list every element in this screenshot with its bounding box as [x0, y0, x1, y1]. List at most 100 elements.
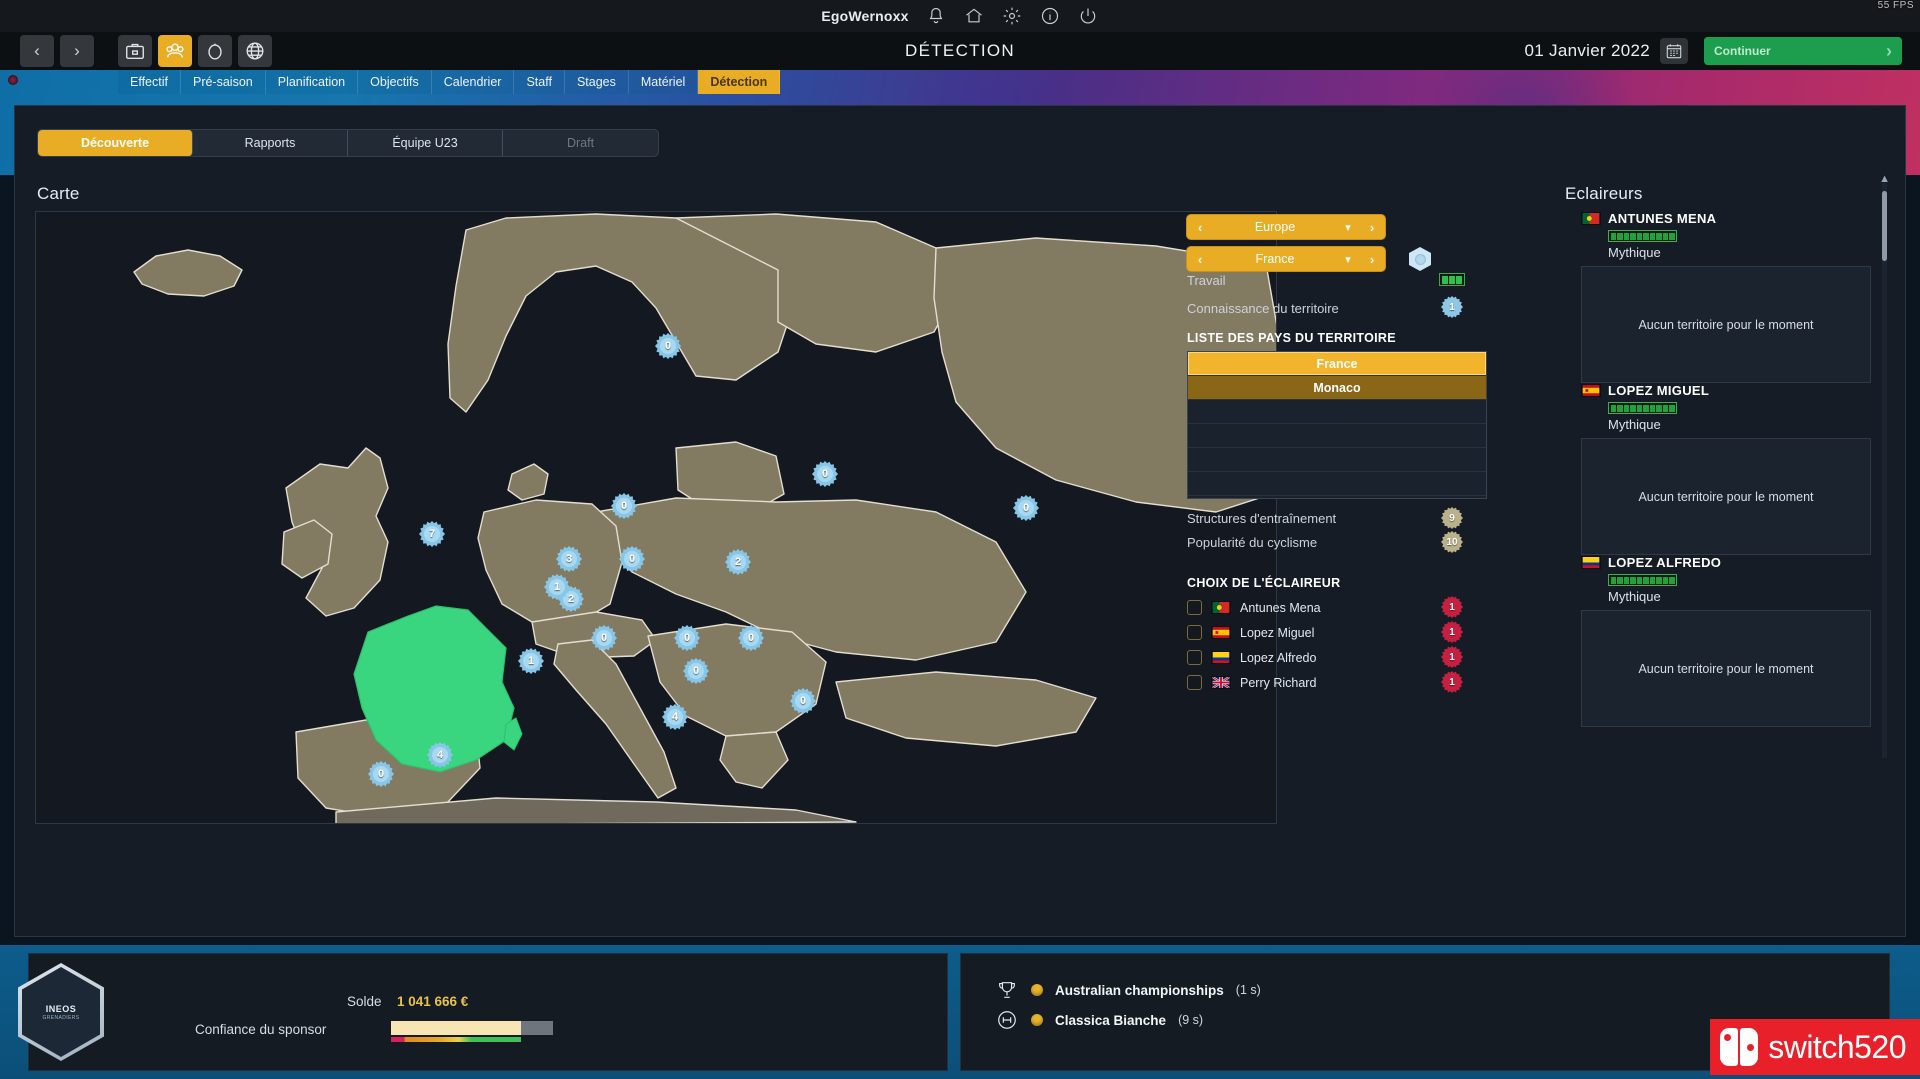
trophy-icon [995, 978, 1019, 1002]
tab-decouverte[interactable]: Découverte [38, 130, 193, 156]
map-marker[interactable]: 2 [725, 549, 751, 575]
sponsor-confidence-bar-fill [391, 1021, 521, 1035]
scout-checkbox-lopez-miguel[interactable] [1187, 625, 1202, 640]
switch-logo-icon [1720, 1028, 1760, 1066]
map-marker[interactable]: 1 [544, 574, 570, 600]
training-structures-label: Structures d'entraînement [1187, 511, 1336, 526]
scout-checkbox-perry-richard[interactable] [1187, 675, 1202, 690]
list-item[interactable] [1188, 448, 1486, 472]
scout-choice-row[interactable]: Antunes Mena [1187, 600, 1321, 615]
info-icon[interactable] [1039, 5, 1061, 27]
race-status-dot-icon [1031, 1014, 1043, 1026]
list-item[interactable] [1188, 472, 1486, 496]
scout-card-antunes-mena[interactable]: ANTUNES MENA Mythique Aucun territoire p… [1581, 211, 1871, 383]
map-marker[interactable]: 7 [419, 521, 445, 547]
country-label: France [1213, 252, 1337, 266]
race-status-dot-icon [1031, 984, 1043, 996]
sidebar-item-effectif[interactable]: Effectif [118, 70, 181, 94]
map-marker[interactable]: 0 [790, 688, 816, 714]
scout-choice-label: Perry Richard [1240, 676, 1316, 690]
map-marker[interactable]: 1 [518, 648, 544, 674]
list-item[interactable]: Monaco [1188, 376, 1486, 400]
map-marker[interactable]: 4 [427, 742, 453, 768]
scout-header: ANTUNES MENA [1581, 211, 1871, 226]
sidebar-item-objectifs[interactable]: Objectifs [358, 70, 432, 94]
map-marker[interactable]: 0 [1013, 495, 1039, 521]
scout-choice-row[interactable]: Perry Richard [1187, 675, 1316, 690]
country-list[interactable]: France Monaco [1187, 351, 1487, 499]
scout-checkbox-antunes-mena[interactable] [1187, 600, 1202, 615]
bell-icon[interactable] [925, 5, 947, 27]
list-item[interactable] [1188, 400, 1486, 424]
tab-rapports[interactable]: Rapports [193, 130, 348, 156]
sidebar-item-detection[interactable]: Détection [698, 70, 780, 94]
map-marker[interactable]: 4 [662, 704, 688, 730]
content-panel: Découverte Rapports Équipe U23 Draft Car… [14, 105, 1906, 937]
continent-next-icon[interactable]: › [1359, 220, 1385, 235]
map-marker[interactable]: 0 [611, 493, 637, 519]
list-item[interactable] [1188, 424, 1486, 448]
fps-counter: 55 FPS [1878, 1, 1914, 11]
sidebar-item-stages[interactable]: Stages [565, 70, 629, 94]
europe-map[interactable]: 0 0 0 0 2 7 3 0 2 1 0 0 0 0 1 0 4 4 0 [35, 211, 1277, 824]
flag-portugal-icon [1581, 212, 1601, 225]
tab-equipe-u23[interactable]: Équipe U23 [348, 130, 503, 156]
race-name: Australian championships [1055, 983, 1224, 998]
flag-spain-icon [1581, 384, 1601, 397]
scout-card-lopez-miguel[interactable]: LOPEZ MIGUEL Mythique Aucun territoire p… [1581, 383, 1871, 555]
list-item[interactable]: France [1188, 352, 1486, 376]
gear-icon[interactable] [1001, 5, 1023, 27]
scout-checkbox-lopez-alfredo[interactable] [1187, 650, 1202, 665]
country-prev-icon[interactable]: ‹ [1187, 252, 1213, 267]
scout-choice-label: Lopez Miguel [1240, 626, 1314, 640]
country-selector[interactable]: ‹ France ▾ › [1187, 247, 1385, 271]
map-marker[interactable]: 0 [738, 625, 764, 651]
scout-choice-row[interactable]: Lopez Miguel [1187, 625, 1314, 640]
map-marker[interactable]: 0 [812, 461, 838, 487]
scrollbar-thumb[interactable] [1882, 191, 1887, 261]
scout-choice-row[interactable]: Lopez Alfredo [1187, 650, 1316, 665]
map-marker[interactable]: 0 [674, 625, 700, 651]
scouts-panel[interactable]: ANTUNES MENA Mythique Aucun territoire p… [1581, 161, 1893, 906]
map-controls-panel: ‹ Europe ▾ › ‹ France ▾ › Travail Connai… [1187, 211, 1547, 824]
power-icon[interactable] [1077, 5, 1099, 27]
chevron-down-icon[interactable]: ▾ [1337, 253, 1359, 266]
race-row[interactable]: Classica Bianche (9 s) [995, 1008, 1203, 1032]
map-marker[interactable]: 0 [655, 333, 681, 359]
map-marker[interactable]: 0 [683, 658, 709, 684]
country-next-icon[interactable]: › [1359, 252, 1385, 267]
scrollbar-track[interactable] [1882, 183, 1887, 758]
continent-label: Europe [1213, 220, 1337, 234]
scout-header: LOPEZ MIGUEL [1581, 383, 1871, 398]
continent-prev-icon[interactable]: ‹ [1187, 220, 1213, 235]
sidebar-item-preseason[interactable]: Pré-saison [181, 70, 266, 94]
chevron-down-icon[interactable]: ▾ [1337, 221, 1359, 234]
sidebar-item-planification[interactable]: Planification [266, 70, 358, 94]
flag-colombia-icon [1581, 556, 1601, 569]
app-root: EgoWernoxx 55 FPS ‹ › [0, 0, 1920, 1079]
mode-tabs: Découverte Rapports Équipe U23 Draft [37, 129, 659, 157]
continue-label: Continuer [1714, 44, 1771, 58]
territory-knowledge-badge: 1 [1441, 296, 1463, 318]
training-structures-badge: 9 [1441, 507, 1463, 529]
race-row[interactable]: Australian championships (1 s) [995, 978, 1261, 1002]
map-marker[interactable]: 0 [591, 625, 617, 651]
scout-territory-box: Aucun territoire pour le moment [1581, 610, 1871, 727]
country-list-title: LISTE DES PAYS DU TERRITOIRE [1187, 331, 1396, 345]
map-marker[interactable]: 0 [368, 761, 394, 787]
home-icon[interactable] [963, 5, 985, 27]
scout-card-lopez-alfredo[interactable]: LOPEZ ALFREDO Mythique Aucun territoire … [1581, 555, 1871, 727]
travail-gauge [1439, 273, 1465, 286]
main-nav-bar: ‹ › DÉTECTION 01 Janvier 2022 Conti [0, 32, 1920, 70]
watermark: switch520 [1710, 1019, 1920, 1075]
calendar-icon[interactable] [1660, 38, 1688, 64]
continent-selector[interactable]: ‹ Europe ▾ › [1187, 215, 1385, 239]
scout-choice-label: Antunes Mena [1240, 601, 1321, 615]
bottom-bar: Solde 1 041 666 € Confiance du sponsor I… [0, 945, 1920, 1079]
map-marker[interactable]: 3 [556, 546, 582, 572]
continue-button[interactable]: Continuer › [1704, 37, 1902, 65]
sidebar-item-calendrier[interactable]: Calendrier [432, 70, 515, 94]
sidebar-item-staff[interactable]: Staff [514, 70, 564, 94]
sidebar-item-materiel[interactable]: Matériel [629, 70, 698, 94]
map-marker[interactable]: 0 [619, 546, 645, 572]
